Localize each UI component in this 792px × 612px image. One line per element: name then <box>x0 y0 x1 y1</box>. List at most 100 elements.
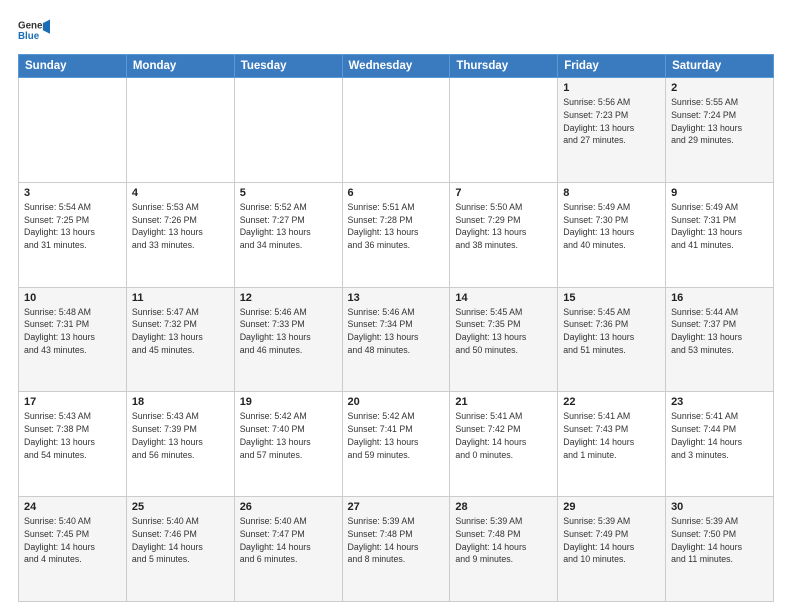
day-number: 10 <box>24 292 121 304</box>
day-info: Sunrise: 5:52 AMSunset: 7:27 PMDaylight:… <box>240 201 337 252</box>
week-row-1: 1 Sunrise: 5:56 AMSunset: 7:23 PMDaylight… <box>19 78 774 183</box>
day-cell <box>234 78 342 183</box>
day-number: 13 <box>348 292 445 304</box>
day-number: 28 <box>455 501 552 513</box>
day-number: 26 <box>240 501 337 513</box>
day-info: Sunrise: 5:41 AMSunset: 7:43 PMDaylight:… <box>563 410 660 461</box>
day-number: 6 <box>348 187 445 199</box>
day-cell: 7 Sunrise: 5:50 AMSunset: 7:29 PMDaylight… <box>450 182 558 287</box>
day-cell <box>19 78 127 183</box>
day-number: 20 <box>348 396 445 408</box>
day-info: Sunrise: 5:39 AMSunset: 7:48 PMDaylight:… <box>455 515 552 566</box>
day-cell: 30 Sunrise: 5:39 AMSunset: 7:50 PMDayligh… <box>666 497 774 602</box>
day-info: Sunrise: 5:49 AMSunset: 7:30 PMDaylight:… <box>563 201 660 252</box>
day-info: Sunrise: 5:53 AMSunset: 7:26 PMDaylight:… <box>132 201 229 252</box>
day-cell: 24 Sunrise: 5:40 AMSunset: 7:45 PMDayligh… <box>19 497 127 602</box>
day-number: 29 <box>563 501 660 513</box>
day-info: Sunrise: 5:39 AMSunset: 7:48 PMDaylight:… <box>348 515 445 566</box>
day-cell: 28 Sunrise: 5:39 AMSunset: 7:48 PMDayligh… <box>450 497 558 602</box>
day-cell <box>126 78 234 183</box>
day-cell: 13 Sunrise: 5:46 AMSunset: 7:34 PMDayligh… <box>342 287 450 392</box>
day-info: Sunrise: 5:39 AMSunset: 7:49 PMDaylight:… <box>563 515 660 566</box>
week-row-2: 3 Sunrise: 5:54 AMSunset: 7:25 PMDaylight… <box>19 182 774 287</box>
week-row-3: 10 Sunrise: 5:48 AMSunset: 7:31 PMDayligh… <box>19 287 774 392</box>
day-info: Sunrise: 5:41 AMSunset: 7:42 PMDaylight:… <box>455 410 552 461</box>
day-info: Sunrise: 5:55 AMSunset: 7:24 PMDaylight:… <box>671 96 768 147</box>
day-number: 11 <box>132 292 229 304</box>
day-cell: 14Sunrise: 5:45 AMSunset: 7:35 PMDayligh… <box>450 287 558 392</box>
day-cell: 15 Sunrise: 5:45 AMSunset: 7:36 PMDayligh… <box>558 287 666 392</box>
day-info: Sunrise: 5:51 AMSunset: 7:28 PMDaylight:… <box>348 201 445 252</box>
day-number: 12 <box>240 292 337 304</box>
day-number: 18 <box>132 396 229 408</box>
day-number: 7 <box>455 187 552 199</box>
day-cell: 22 Sunrise: 5:41 AMSunset: 7:43 PMDayligh… <box>558 392 666 497</box>
day-number: 22 <box>563 396 660 408</box>
day-cell: 18 Sunrise: 5:43 AMSunset: 7:39 PMDayligh… <box>126 392 234 497</box>
day-cell: 27 Sunrise: 5:39 AMSunset: 7:48 PMDayligh… <box>342 497 450 602</box>
day-info: Sunrise: 5:46 AMSunset: 7:33 PMDaylight:… <box>240 306 337 357</box>
day-cell: 2Sunrise: 5:55 AMSunset: 7:24 PMDaylight… <box>666 78 774 183</box>
day-number: 5 <box>240 187 337 199</box>
day-cell: 21 Sunrise: 5:41 AMSunset: 7:42 PMDayligh… <box>450 392 558 497</box>
day-cell: 5 Sunrise: 5:52 AMSunset: 7:27 PMDaylight… <box>234 182 342 287</box>
day-cell <box>450 78 558 183</box>
day-number: 17 <box>24 396 121 408</box>
day-number: 19 <box>240 396 337 408</box>
day-cell: 19Sunrise: 5:42 AMSunset: 7:40 PMDayligh… <box>234 392 342 497</box>
day-info: Sunrise: 5:46 AMSunset: 7:34 PMDaylight:… <box>348 306 445 357</box>
day-number: 3 <box>24 187 121 199</box>
day-info: Sunrise: 5:48 AMSunset: 7:31 PMDaylight:… <box>24 306 121 357</box>
day-info: Sunrise: 5:43 AMSunset: 7:38 PMDaylight:… <box>24 410 121 461</box>
day-number: 15 <box>563 292 660 304</box>
weekday-header-tuesday: Tuesday <box>234 55 342 78</box>
day-number: 16 <box>671 292 768 304</box>
day-number: 1 <box>563 82 660 94</box>
weekday-header-monday: Monday <box>126 55 234 78</box>
day-cell: 6 Sunrise: 5:51 AMSunset: 7:28 PMDaylight… <box>342 182 450 287</box>
logo: General Blue <box>18 16 50 48</box>
day-info: Sunrise: 5:50 AMSunset: 7:29 PMDaylight:… <box>455 201 552 252</box>
day-number: 21 <box>455 396 552 408</box>
day-number: 8 <box>563 187 660 199</box>
header: General Blue <box>18 16 774 48</box>
calendar-table: SundayMondayTuesdayWednesdayThursdayFrid… <box>18 54 774 602</box>
day-info: Sunrise: 5:49 AMSunset: 7:31 PMDaylight:… <box>671 201 768 252</box>
day-cell: 8 Sunrise: 5:49 AMSunset: 7:30 PMDaylight… <box>558 182 666 287</box>
day-info: Sunrise: 5:41 AMSunset: 7:44 PMDaylight:… <box>671 410 768 461</box>
weekday-header-sunday: Sunday <box>19 55 127 78</box>
day-cell <box>342 78 450 183</box>
day-info: Sunrise: 5:40 AMSunset: 7:45 PMDaylight:… <box>24 515 121 566</box>
logo-icon: General Blue <box>18 16 50 48</box>
day-number: 23 <box>671 396 768 408</box>
day-info: Sunrise: 5:40 AMSunset: 7:46 PMDaylight:… <box>132 515 229 566</box>
svg-text:Blue: Blue <box>18 31 40 42</box>
day-cell: 10 Sunrise: 5:48 AMSunset: 7:31 PMDayligh… <box>19 287 127 392</box>
day-cell: 3 Sunrise: 5:54 AMSunset: 7:25 PMDaylight… <box>19 182 127 287</box>
day-cell: 4 Sunrise: 5:53 AMSunset: 7:26 PMDaylight… <box>126 182 234 287</box>
day-info: Sunrise: 5:47 AMSunset: 7:32 PMDaylight:… <box>132 306 229 357</box>
day-info: Sunrise: 5:45 AMSunset: 7:36 PMDaylight:… <box>563 306 660 357</box>
weekday-header-friday: Friday <box>558 55 666 78</box>
day-info: Sunrise: 5:39 AMSunset: 7:50 PMDaylight:… <box>671 515 768 566</box>
day-info: Sunrise: 5:56 AMSunset: 7:23 PMDaylight:… <box>563 96 660 147</box>
day-number: 4 <box>132 187 229 199</box>
day-number: 9 <box>671 187 768 199</box>
day-info: Sunrise: 5:43 AMSunset: 7:39 PMDaylight:… <box>132 410 229 461</box>
day-number: 30 <box>671 501 768 513</box>
day-cell: 16 Sunrise: 5:44 AMSunset: 7:37 PMDayligh… <box>666 287 774 392</box>
day-cell: 26Sunrise: 5:40 AMSunset: 7:47 PMDayligh… <box>234 497 342 602</box>
day-cell: 23 Sunrise: 5:41 AMSunset: 7:44 PMDayligh… <box>666 392 774 497</box>
day-number: 27 <box>348 501 445 513</box>
day-cell: 1 Sunrise: 5:56 AMSunset: 7:23 PMDaylight… <box>558 78 666 183</box>
day-info: Sunrise: 5:54 AMSunset: 7:25 PMDaylight:… <box>24 201 121 252</box>
weekday-header-thursday: Thursday <box>450 55 558 78</box>
weekday-header-saturday: Saturday <box>666 55 774 78</box>
day-cell: 29 Sunrise: 5:39 AMSunset: 7:49 PMDayligh… <box>558 497 666 602</box>
week-row-4: 17 Sunrise: 5:43 AMSunset: 7:38 PMDayligh… <box>19 392 774 497</box>
day-info: Sunrise: 5:44 AMSunset: 7:37 PMDaylight:… <box>671 306 768 357</box>
day-cell: 17 Sunrise: 5:43 AMSunset: 7:38 PMDayligh… <box>19 392 127 497</box>
day-number: 24 <box>24 501 121 513</box>
day-info: Sunrise: 5:42 AMSunset: 7:41 PMDaylight:… <box>348 410 445 461</box>
weekday-header-row: SundayMondayTuesdayWednesdayThursdayFrid… <box>19 55 774 78</box>
